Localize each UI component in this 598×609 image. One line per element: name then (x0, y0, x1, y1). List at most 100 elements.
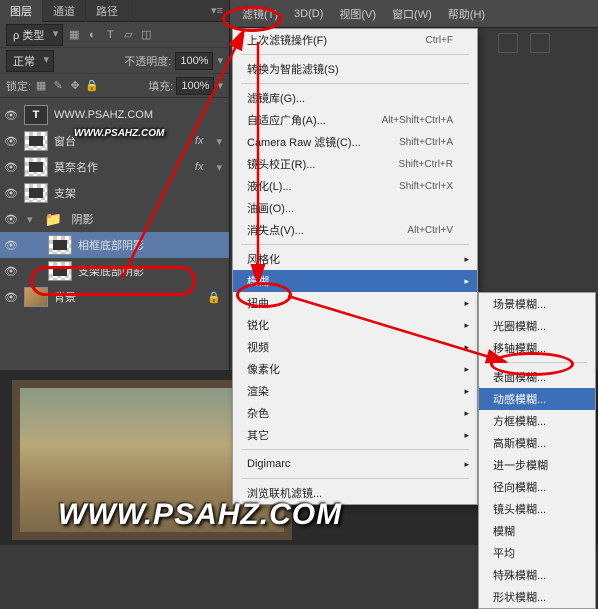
blend-mode-select[interactable]: 正常 (6, 50, 54, 72)
menu-item[interactable]: 杂色 (233, 402, 477, 424)
menu-item[interactable]: 渲染 (233, 380, 477, 402)
menu-item[interactable]: 模糊 (233, 270, 477, 292)
submenu-item[interactable]: 场景模糊... (479, 293, 595, 315)
tool-icon-1[interactable] (498, 33, 518, 53)
menu-3d[interactable]: 3D(D) (286, 4, 331, 24)
menu-help[interactable]: 帮助(H) (440, 2, 493, 26)
visibility-icon[interactable]: 👁 (4, 291, 18, 304)
submenu-item[interactable]: 径向模糊... (479, 476, 595, 498)
menu-item[interactable]: 液化(L)...Shift+Ctrl+X (233, 175, 477, 197)
panel-tabs: 图层 通道 路径 ▾≡ (0, 0, 229, 22)
fx-toggle-icon[interactable]: ▾ (213, 135, 225, 148)
layer-thumbnail[interactable]: T (24, 105, 48, 125)
menu-item[interactable]: 自适应广角(A)...Alt+Shift+Ctrl+A (233, 109, 477, 131)
menu-shortcut: Ctrl+F (426, 35, 454, 46)
filter-adjust-icon[interactable]: ◐ (85, 28, 99, 42)
menu-filter[interactable]: 滤镜(T) (234, 2, 286, 26)
submenu-label: 形状模糊... (493, 589, 546, 605)
menu-item[interactable]: Digimarc (233, 453, 477, 475)
menu-item[interactable]: 油画(O)... (233, 197, 477, 219)
layer-name[interactable]: 莫奈名作 (54, 159, 189, 175)
menu-item-label: 扭曲 (247, 295, 269, 311)
submenu-item[interactable]: 进一步模糊 (479, 454, 595, 476)
fx-badge[interactable]: fx (195, 135, 204, 147)
menu-item-label: 杂色 (247, 405, 269, 421)
filter-text-icon[interactable]: T (103, 28, 117, 42)
panel-menu-icon[interactable]: ▾≡ (205, 4, 229, 17)
visibility-icon[interactable]: 👁 (4, 187, 18, 200)
menu-item[interactable]: 视频 (233, 336, 477, 358)
visibility-icon[interactable]: 👁 (4, 161, 18, 174)
fx-toggle-icon[interactable]: ▾ (213, 161, 225, 174)
menu-window[interactable]: 窗口(W) (384, 2, 440, 26)
layer-thumbnail[interactable] (24, 287, 48, 307)
menu-view[interactable]: 视图(V) (331, 2, 384, 26)
layer-thumbnail[interactable] (48, 235, 72, 255)
menu-item[interactable]: 消失点(V)...Alt+Ctrl+V (233, 219, 477, 241)
lock-all-icon[interactable]: 🔒 (85, 79, 99, 93)
menu-item-label: 其它 (247, 427, 269, 443)
layer-thumbnail[interactable] (24, 131, 48, 151)
layer-thumbnail[interactable] (48, 261, 72, 281)
visibility-icon[interactable]: 👁 (4, 265, 18, 278)
submenu-item[interactable]: 特殊模糊... (479, 564, 595, 586)
submenu-item[interactable]: 形状模糊... (479, 586, 595, 608)
opacity-value[interactable]: 100% (175, 52, 213, 70)
menu-item[interactable]: 其它 (233, 424, 477, 446)
submenu-item[interactable]: 表面模糊... (479, 366, 595, 388)
submenu-item[interactable]: 移轴模糊... (479, 337, 595, 359)
layer-row[interactable]: 👁 支架 (0, 180, 229, 206)
filter-image-icon[interactable]: ▦ (67, 28, 81, 42)
layer-row[interactable]: 👁 T WWW.PSAHZ.COM (0, 102, 229, 128)
fx-badge[interactable]: fx (195, 161, 204, 173)
layer-name[interactable]: 背景 (54, 289, 201, 305)
visibility-icon[interactable]: 👁 (4, 213, 18, 226)
fill-value[interactable]: 100% (176, 77, 214, 95)
submenu-item[interactable]: 动感模糊... (479, 388, 595, 410)
layer-thumbnail[interactable] (24, 157, 48, 177)
layer-row[interactable]: 👁背景🔒 (0, 284, 229, 310)
menu-item[interactable]: 转换为智能滤镜(S) (233, 58, 477, 80)
layer-name[interactable]: 阴影 (72, 211, 225, 227)
layer-name[interactable]: 支架底部阴影 (78, 263, 225, 279)
layer-row[interactable]: 👁 莫奈名作 fx ▾ (0, 154, 229, 180)
visibility-icon[interactable]: 👁 (4, 239, 18, 252)
menu-item[interactable]: 滤镜库(G)... (233, 87, 477, 109)
tab-channels[interactable]: 通道 (43, 0, 86, 22)
filter-smart-icon[interactable]: ◫ (139, 28, 153, 42)
lock-pixels-icon[interactable]: ✎ (51, 79, 65, 93)
layer-row[interactable]: 👁 支架底部阴影 (0, 258, 229, 284)
menu-item[interactable]: 锐化 (233, 314, 477, 336)
fill-label: 填充: (148, 78, 173, 94)
menu-item[interactable]: 镜头校正(R)...Shift+Ctrl+R (233, 153, 477, 175)
layer-filter-type[interactable]: ρ 类型 (6, 24, 63, 46)
submenu-item[interactable]: 模糊 (479, 520, 595, 542)
menu-item[interactable]: 风格化 (233, 248, 477, 270)
visibility-icon[interactable]: 👁 (4, 109, 18, 122)
folder-toggle-icon[interactable]: ▾ (24, 213, 36, 226)
layer-thumbnail[interactable]: 📁 (42, 209, 66, 229)
menu-item[interactable]: 扭曲 (233, 292, 477, 314)
menu-item-label: 锐化 (247, 317, 269, 333)
layer-row[interactable]: 👁 ▾ 📁 阴影 (0, 206, 229, 232)
submenu-item[interactable]: 方框模糊... (479, 410, 595, 432)
layer-name[interactable]: WWW.PSAHZ.COM (54, 109, 225, 121)
visibility-icon[interactable]: 👁 (4, 135, 18, 148)
lock-position-icon[interactable]: ✥ (68, 79, 82, 93)
tool-icon-2[interactable] (530, 33, 550, 53)
tab-layers[interactable]: 图层 (0, 0, 43, 22)
submenu-item[interactable]: 光圈模糊... (479, 315, 595, 337)
layer-name[interactable]: 支架 (54, 185, 225, 201)
submenu-item[interactable]: 高斯模糊... (479, 432, 595, 454)
menu-item[interactable]: Camera Raw 滤镜(C)...Shift+Ctrl+A (233, 131, 477, 153)
layer-thumbnail[interactable] (24, 183, 48, 203)
menu-item[interactable]: 像素化 (233, 358, 477, 380)
submenu-item[interactable]: 镜头模糊... (479, 498, 595, 520)
tab-paths[interactable]: 路径 (86, 0, 129, 22)
menu-item[interactable]: 上次滤镜操作(F)Ctrl+F (233, 29, 477, 51)
filter-shape-icon[interactable]: ▱ (121, 28, 135, 42)
layer-row[interactable]: 👁 相框底部阴影 (0, 232, 229, 258)
lock-transparency-icon[interactable]: ▦ (34, 79, 48, 93)
submenu-item[interactable]: 平均 (479, 542, 595, 564)
layer-name[interactable]: 相框底部阴影 (78, 237, 225, 253)
